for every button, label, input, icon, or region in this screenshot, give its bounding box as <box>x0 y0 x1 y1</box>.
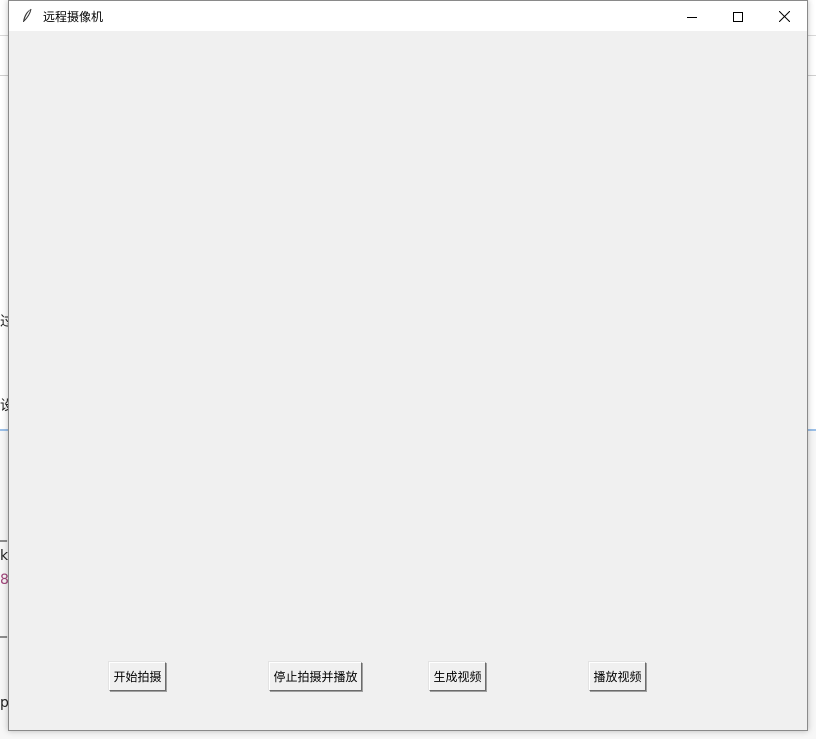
minimize-button[interactable] <box>669 1 715 31</box>
camera-window: 远程摄像机 开始拍摄 停止拍摄并播放 生成视频 播放视频 <box>8 0 808 731</box>
minimize-icon <box>687 7 697 26</box>
close-button[interactable] <box>761 1 807 31</box>
feather-icon <box>15 1 39 31</box>
start-capture-button[interactable]: 开始拍摄 <box>109 662 166 691</box>
window-title: 远程摄像机 <box>43 9 104 24</box>
play-video-button[interactable]: 播放视频 <box>589 662 646 691</box>
title-bar[interactable]: 远程摄像机 <box>9 1 807 31</box>
stop-and-play-button[interactable]: 停止拍摄并播放 <box>269 662 362 691</box>
close-icon <box>778 7 790 26</box>
maximize-button[interactable] <box>715 1 761 31</box>
maximize-icon <box>733 7 743 26</box>
generate-video-button[interactable]: 生成视频 <box>429 662 486 691</box>
video-canvas: 开始拍摄 停止拍摄并播放 生成视频 播放视频 <box>9 31 807 730</box>
window-controls <box>669 1 807 31</box>
